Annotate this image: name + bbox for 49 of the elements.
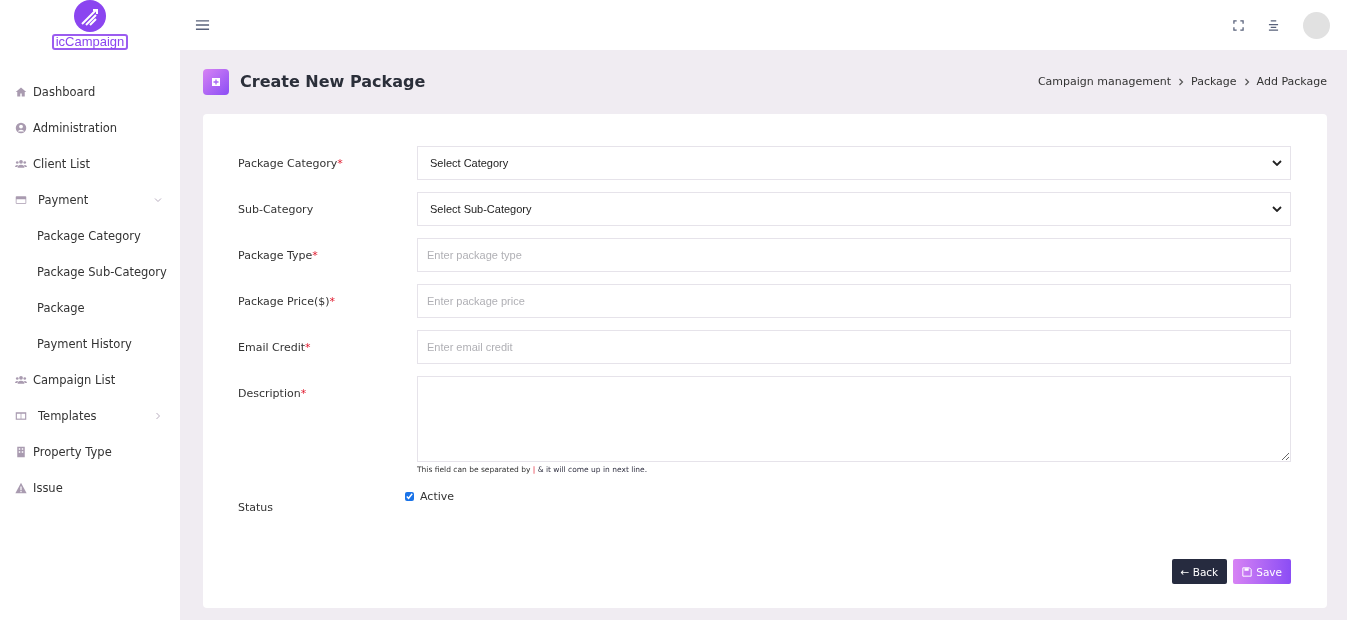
sidebar-item[interactable]: Dashboard xyxy=(0,74,180,110)
save-button[interactable]: Save xyxy=(1233,559,1291,584)
card-icon xyxy=(15,194,27,206)
columns-icon xyxy=(15,410,27,422)
page-title: Create New Package xyxy=(240,72,426,91)
caret-icon xyxy=(1272,206,1282,212)
field-label: Package Category* xyxy=(238,157,343,170)
checkbox[interactable] xyxy=(405,492,414,501)
sidebar-item[interactable]: Payment xyxy=(0,182,180,218)
input-field[interactable]: Enter package type xyxy=(417,238,1291,272)
breadcrumb-item[interactable]: Campaign management xyxy=(1037,75,1171,88)
input-field[interactable]: Enter email credit xyxy=(417,330,1291,364)
sidebar-item[interactable]: Issue xyxy=(0,470,180,506)
home-icon xyxy=(15,86,27,98)
input-field[interactable]: Enter package price xyxy=(417,284,1291,318)
warning-icon xyxy=(15,482,27,494)
breadcrumb-item[interactable]: Package xyxy=(1191,75,1237,88)
field-label: Package Price($)* xyxy=(238,295,335,308)
fullscreen-icon[interactable] xyxy=(1233,19,1244,31)
users-icon xyxy=(15,158,27,170)
field-label: Sub-Category xyxy=(238,203,314,216)
brand-name: icCampaign xyxy=(51,34,129,50)
chevron-right-icon xyxy=(1243,77,1250,86)
caret-icon xyxy=(1272,160,1282,166)
align-center-icon[interactable] xyxy=(1268,19,1279,31)
building-icon xyxy=(15,446,27,458)
menu-icon[interactable] xyxy=(195,19,210,31)
sidebar-item[interactable]: Administration xyxy=(0,110,180,146)
field-label: Status xyxy=(238,501,274,514)
sidebar-subitem[interactable]: Package Category xyxy=(0,218,180,254)
sidebar-subitem[interactable]: Package xyxy=(0,290,180,326)
select-field[interactable]: Select Category xyxy=(417,146,1291,180)
back-button[interactable]: ← Back xyxy=(1171,559,1228,584)
field-label: Package Type* xyxy=(238,249,318,262)
users-icon xyxy=(15,374,27,386)
field-label: Description* xyxy=(238,387,307,400)
user-icon xyxy=(15,122,27,134)
sidebar-subitem[interactable]: Payment History xyxy=(0,326,180,362)
breadcrumb-item: Add Package xyxy=(1256,75,1327,88)
field-label: Email Credit* xyxy=(238,341,311,354)
sidebar-item[interactable]: Client List xyxy=(0,146,180,182)
select-field[interactable]: Select Sub-Category xyxy=(417,192,1291,226)
sidebar-item[interactable]: Property Type xyxy=(0,434,180,470)
chevron-right-icon xyxy=(1178,77,1184,86)
sidebar-item[interactable]: Templates xyxy=(0,398,180,434)
sidebar-subitem[interactable]: Package Sub-Category xyxy=(0,254,180,290)
sidebar-item[interactable]: Campaign List xyxy=(0,362,180,398)
checkbox-label: Active xyxy=(420,490,455,503)
add-square-icon xyxy=(203,68,229,95)
